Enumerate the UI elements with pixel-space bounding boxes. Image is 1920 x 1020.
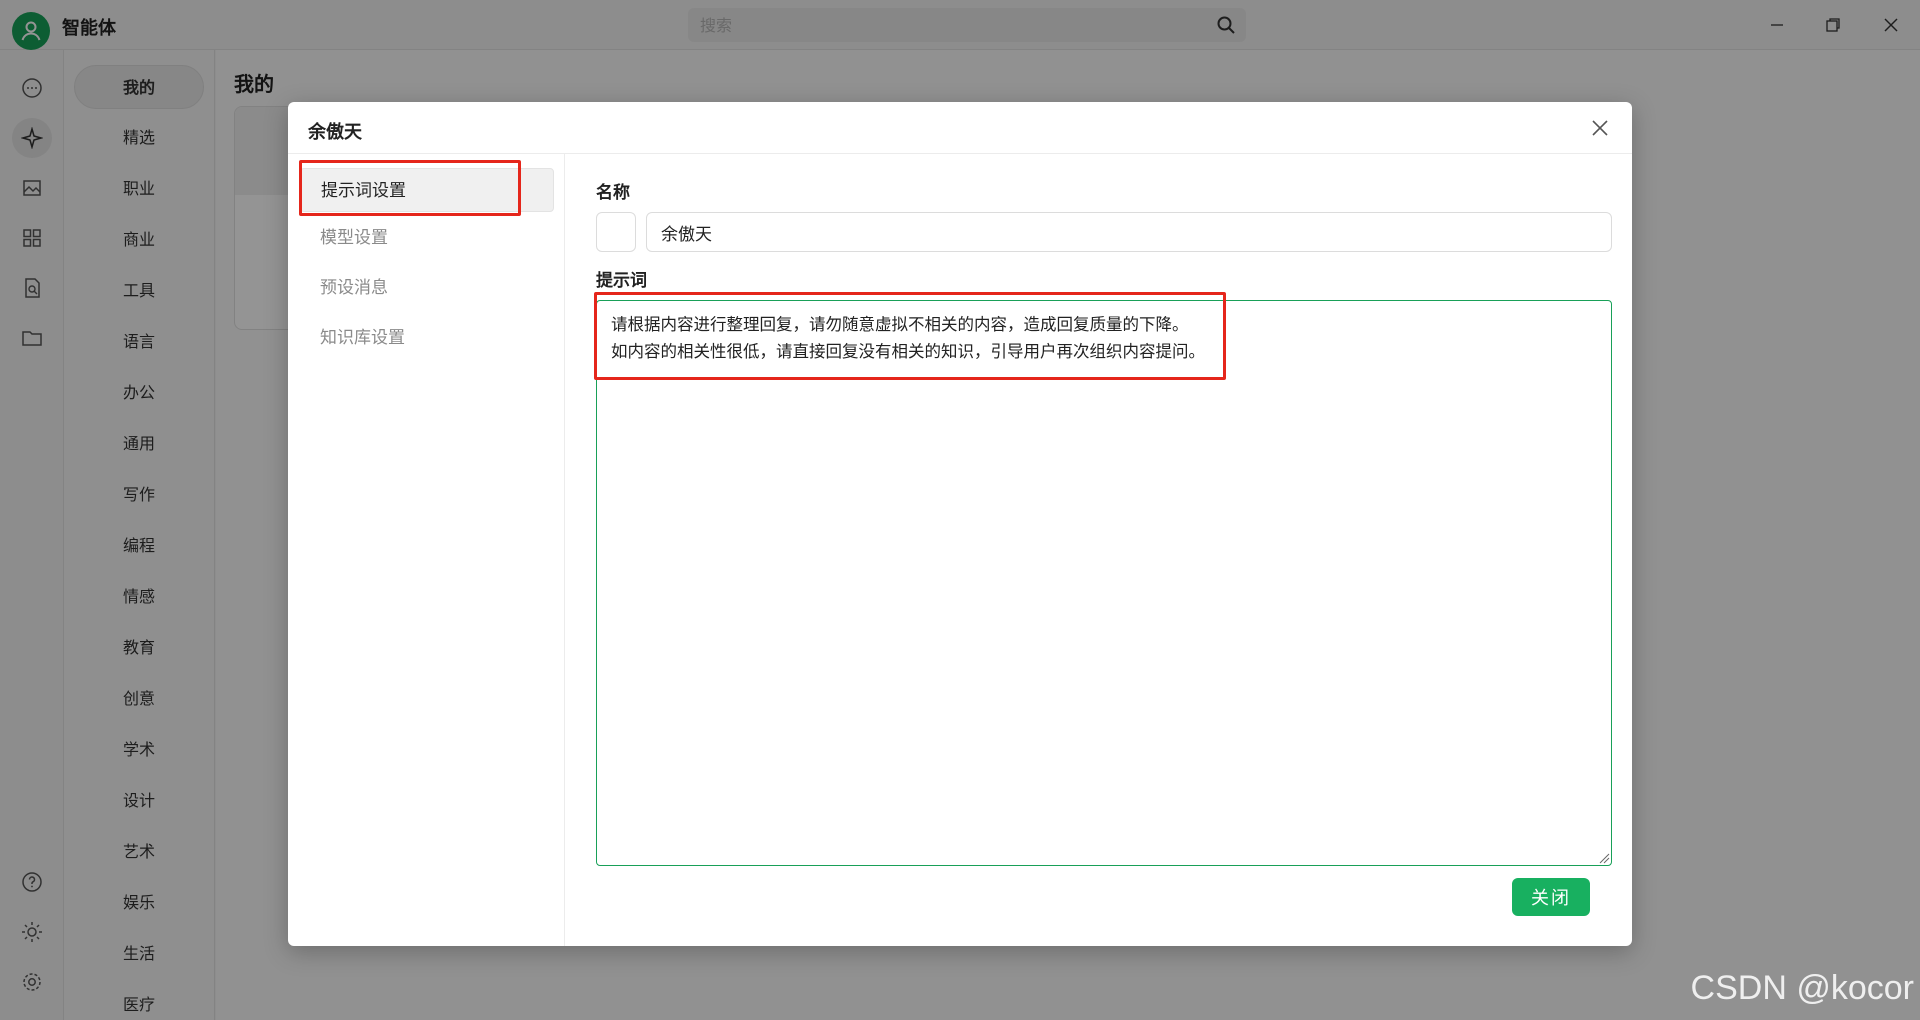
avatar-picker[interactable] [596, 212, 636, 252]
close-dialog-button[interactable]: 关闭 [1512, 878, 1590, 916]
resize-grip-icon[interactable] [1598, 852, 1610, 864]
watermark: CSDN @kocor [1690, 969, 1914, 1007]
nav-model-settings[interactable]: 模型设置 [300, 216, 554, 260]
name-label: 名称 [596, 183, 630, 203]
nav-preset-messages[interactable]: 预设消息 [300, 266, 554, 310]
close-icon [1592, 120, 1608, 136]
nav-prompt-settings[interactable]: 提示词设置 [300, 168, 554, 212]
nav-knowledge-settings[interactable]: 知识库设置 [300, 316, 554, 360]
dialog-title: 余傲天 [308, 122, 362, 143]
prompt-textarea[interactable]: 请根据内容进行整理回复，请勿随意虚拟不相关的内容，造成回复质量的下降。 如内容的… [596, 300, 1612, 866]
name-field[interactable] [646, 212, 1612, 252]
dialog-close-button[interactable] [1586, 114, 1614, 142]
prompt-label: 提示词 [596, 271, 647, 291]
dialog-side-nav: 提示词设置 模型设置 预设消息 知识库设置 [288, 154, 565, 946]
dialog-header: 余傲天 [288, 102, 1632, 154]
agent-settings-dialog: 余傲天 提示词设置 模型设置 预设消息 知识库设置 名称 提示词 请根据内容进行… [288, 102, 1632, 946]
